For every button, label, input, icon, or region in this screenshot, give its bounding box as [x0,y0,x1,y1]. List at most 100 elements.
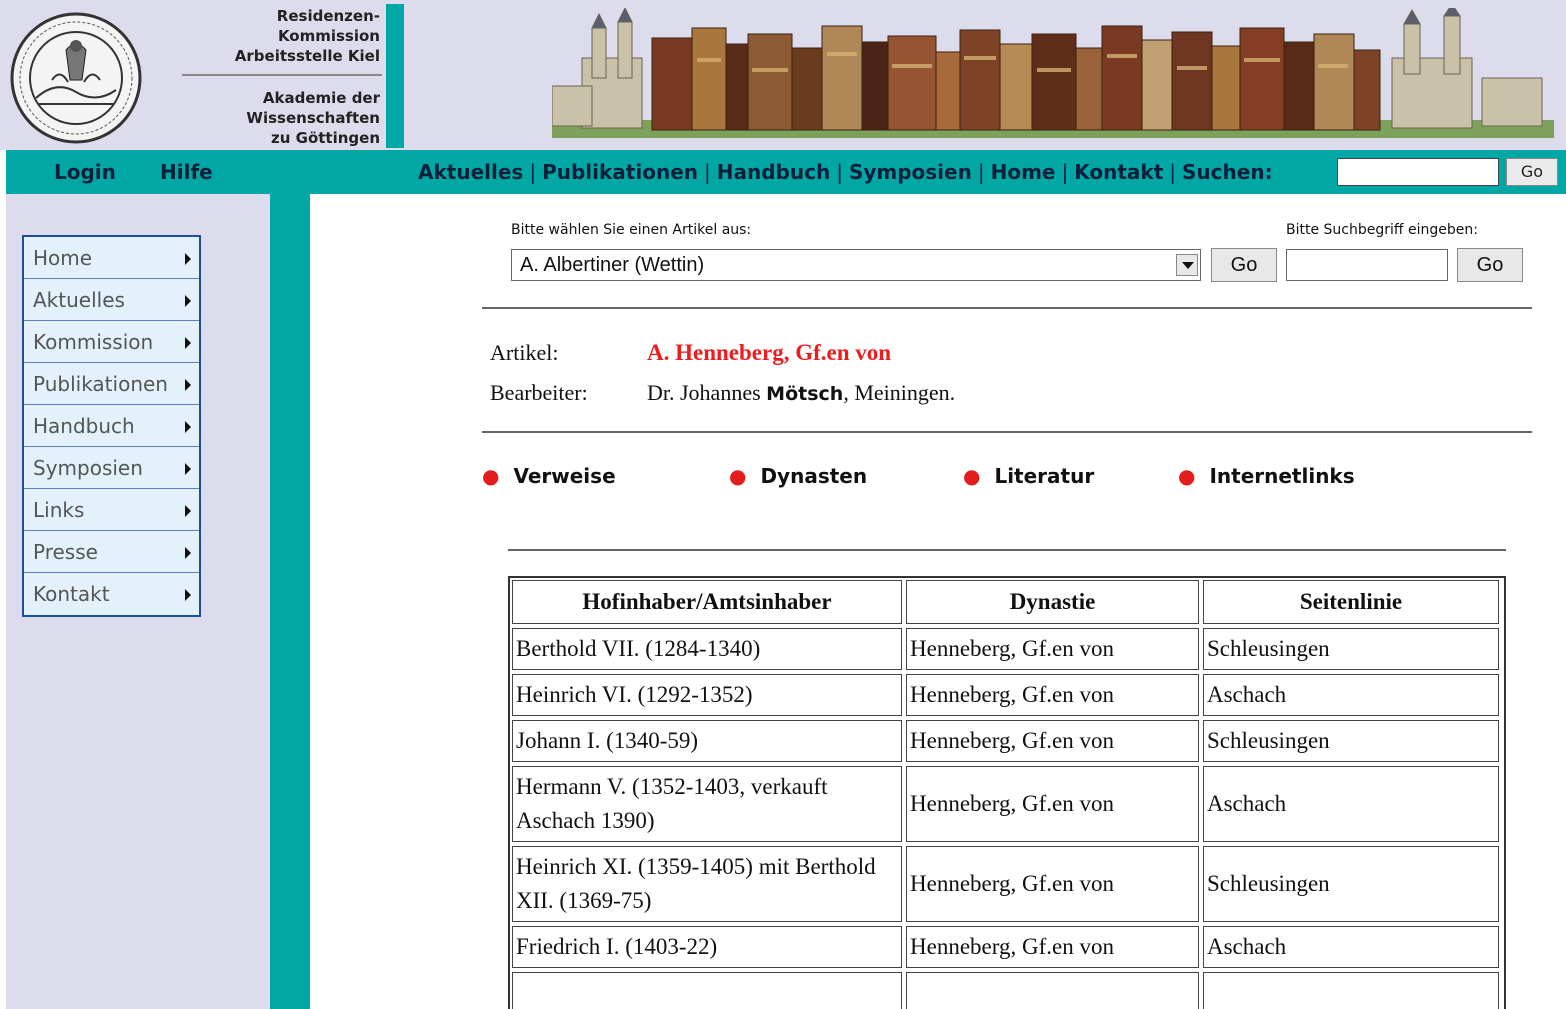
author-prefix: Dr. Johannes [647,380,767,405]
nav-link-publikationen[interactable]: Publikationen [542,150,698,194]
sidebar-item-home[interactable]: Home [24,237,199,279]
article-go-button[interactable]: Go [1211,248,1277,282]
author-surname: Mötsch [766,383,844,405]
org-name-line: Residenzen- [276,7,380,25]
section-link-label: Verweise [513,464,616,488]
article-title: A. Henneberg, Gf.en von [647,340,892,365]
nav-separator: | [704,160,711,184]
bearbeiter-label: Bearbeiter: [490,380,588,405]
sidebar-item-label: Aktuelles [33,288,125,312]
table-header-row: Hofinhaber/Amtsinhaber Dynastie Seitenli… [510,578,1504,626]
table-cell [906,972,1199,1009]
dropdown-arrow-icon[interactable] [1176,254,1198,276]
table-cell: Heinrich XI. (1359-1405) mit Berthold XI… [512,846,902,922]
table-cell: Schleusingen [1203,720,1499,762]
table-cell: Aschach [1203,926,1499,968]
table-row: Heinrich VI. (1292-1352) Henneberg, Gf.e… [510,672,1504,718]
nav-separator: | [836,160,843,184]
sidebar-item-label: Presse [33,540,98,564]
caret-right-icon [185,337,191,349]
table-cell: Henneberg, Gf.en von [906,926,1199,968]
section-link-verweise[interactable]: ● Verweise [482,464,616,488]
caret-right-icon [185,295,191,307]
table-cell: Johann I. (1340-59) [512,720,902,762]
login-link[interactable]: Login [54,150,116,194]
sidebar-item-label: Kommission [33,330,154,354]
sidebar-item-links[interactable]: Links [24,489,199,531]
table-cell: Henneberg, Gf.en von [906,628,1199,670]
rulers-table: Hofinhaber/Amtsinhaber Dynastie Seitenli… [508,576,1506,1009]
caret-right-icon [185,253,191,265]
sidebar-item-label: Links [33,498,85,522]
table-cell: Schleusingen [1203,846,1499,922]
academy-seal-logo[interactable] [8,10,144,146]
sidebar-menu: Home Aktuelles Kommission Publikationen … [22,235,201,617]
table-row: Berthold VII. (1284-1340) Henneberg, Gf.… [510,626,1504,672]
help-link[interactable]: Hilfe [160,150,213,194]
nav-search-input[interactable] [1337,158,1499,186]
nav-search-go-button[interactable]: Go [1506,158,1558,186]
org-name-line: Kommission [277,27,380,45]
section-link-label: Dynasten [760,464,868,488]
table-cell: Hermann V. (1352-1403, verkauft Aschach … [512,766,902,842]
keyword-go-button[interactable]: Go [1457,248,1523,282]
caret-right-icon [185,421,191,433]
keyword-search-input[interactable] [1286,249,1448,281]
sidebar-item-kontakt[interactable]: Kontakt [24,573,199,615]
caret-right-icon [185,547,191,559]
divider [482,307,1532,309]
section-link-literatur[interactable]: ● Literatur [963,464,1094,488]
table-cell: Henneberg, Gf.en von [906,720,1199,762]
org-divider [182,74,382,76]
table-cell: Aschach [1203,766,1499,842]
sidebar-item-label: Kontakt [33,582,110,606]
table-cell: Henneberg, Gf.en von [906,766,1199,842]
sidebar-item-presse[interactable]: Presse [24,531,199,573]
nav-separator: | [529,160,537,184]
bullet-dot-icon: ● [482,464,500,488]
nav-link-symposien[interactable]: Symposien [849,150,972,194]
section-link-dynasten[interactable]: ● Dynasten [729,464,867,488]
bullet-dot-icon: ● [1178,464,1196,488]
column-header: Seitenlinie [1203,580,1499,624]
bullet-dot-icon: ● [963,464,981,488]
table-cell: Berthold VII. (1284-1340) [512,628,902,670]
author-name: Dr. Johannes Mötsch, Meiningen. [647,380,955,406]
table-cell [512,972,902,1009]
section-link-internetlinks[interactable]: ● Internetlinks [1178,464,1355,488]
section-link-label: Literatur [994,464,1095,488]
academy-name-line: Akademie der [262,89,380,107]
nav-separator: | [977,160,985,184]
org-name-block: Residenzen- Kommission Arbeitsstelle Kie… [150,4,382,150]
caret-right-icon [185,589,191,601]
nav-link-aktuelles[interactable]: Aktuelles [418,150,523,194]
main-nav-links: Aktuelles | Publikationen | Handbuch | Symposi… [418,150,1273,194]
caret-right-icon [185,379,191,391]
article-select[interactable]: A. Albertiner (Wettin) [511,249,1201,281]
divider [508,549,1506,551]
top-navbar: Login Hilfe Aktuelles | Publikationen | Hand… [6,150,1566,194]
sidebar-item-label: Symposien [33,456,143,480]
table-row: Johann I. (1340-59) Henneberg, Gf.en von… [510,718,1504,764]
author-suffix: , Meiningen. [843,380,956,405]
site-header: Residenzen- Kommission Arbeitsstelle Kie… [0,0,1566,150]
sidebar-item-kommission[interactable]: Kommission [24,321,199,363]
nav-link-handbuch[interactable]: Handbuch [717,150,830,194]
castle-and-books-banner [552,8,1554,138]
table-cell: Aschach [1203,674,1499,716]
table-row: Friedrich I. (1403-22) Henneberg, Gf.en … [510,924,1504,970]
sidebar-item-aktuelles[interactable]: Aktuelles [24,279,199,321]
sidebar-item-handbuch[interactable]: Handbuch [24,405,199,447]
nav-link-kontakt[interactable]: Kontakt [1074,150,1163,194]
table-cell [1203,972,1499,1009]
section-link-label: Internetlinks [1209,464,1355,488]
header-accent-bar [386,4,404,148]
academy-name-line: zu Göttingen [271,129,380,147]
caret-right-icon [185,505,191,517]
nav-link-home[interactable]: Home [991,150,1056,194]
sidebar-item-symposien[interactable]: Symposien [24,447,199,489]
academy-name-line: Wissenschaften [246,109,380,127]
sidebar-item-publikationen[interactable]: Publikationen [24,363,199,405]
table-cell: Schleusingen [1203,628,1499,670]
table-cell: Henneberg, Gf.en von [906,846,1199,922]
